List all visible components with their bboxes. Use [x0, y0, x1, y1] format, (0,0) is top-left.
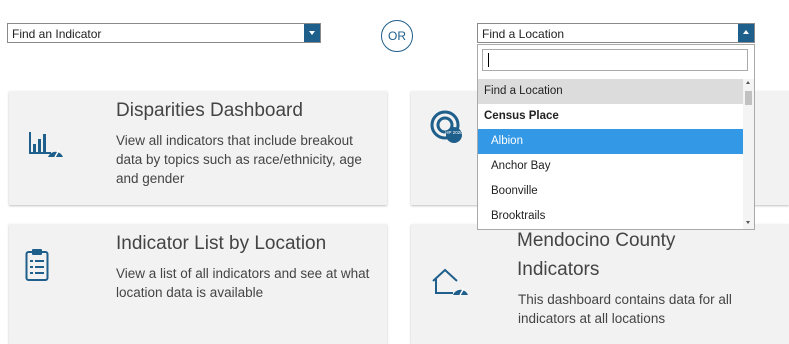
indicator-select-value: Find an Indicator — [12, 27, 102, 41]
location-search-input[interactable] — [483, 50, 747, 70]
option-boonville[interactable]: Boonville — [478, 179, 743, 204]
bar-chart-gauge-icon — [29, 132, 63, 158]
chevron-down-icon[interactable] — [304, 24, 320, 42]
healthy-people-2020-icon: HP 2020 — [430, 110, 463, 143]
location-select-value: Find a Location — [482, 27, 565, 41]
location-select[interactable]: Find a Location — [477, 23, 755, 43]
card-title: Indicator List by Location — [116, 233, 327, 254]
card-title: Disparities Dashboard — [116, 100, 303, 121]
card-description: View a list of all indicators and see at… — [116, 266, 370, 300]
indicator-select[interactable]: Find an Indicator — [7, 23, 321, 43]
card-description: View all indicators that include breakou… — [116, 133, 362, 186]
card-title-line1: Mendocino County — [517, 230, 676, 251]
chevron-up-icon[interactable] — [738, 24, 754, 42]
location-dropdown: Find a Location Census Place Albion Anch… — [477, 44, 755, 230]
option-brooktrails[interactable]: Brooktrails — [478, 204, 743, 229]
card-county-indicators[interactable]: Mendocino County Indicators This dashboa… — [411, 224, 789, 344]
or-divider: OR — [381, 20, 413, 52]
scrollbar-thumb[interactable] — [745, 91, 752, 105]
dropdown-scrollbar[interactable] — [743, 79, 754, 229]
option-anchor-bay[interactable]: Anchor Bay — [478, 154, 743, 179]
card-description: This dashboard contains data for all ind… — [518, 292, 732, 326]
clipboard-list-icon — [25, 249, 49, 281]
hp-badge-text: HP 2020 — [445, 130, 463, 135]
location-options-list: Find a Location Census Place Albion Anch… — [478, 79, 743, 229]
location-search-field[interactable] — [482, 49, 748, 71]
house-gauge-icon — [432, 268, 468, 296]
option-albion[interactable]: Albion — [478, 129, 743, 154]
card-title-line2: Indicators — [517, 259, 600, 280]
option-group-census-place: Census Place — [484, 110, 559, 122]
option-placeholder[interactable]: Find a Location — [478, 79, 743, 104]
card-indicator-list[interactable]: Indicator List by Location View a list o… — [9, 224, 387, 344]
card-disparities-dashboard[interactable]: Disparities Dashboard View all indicator… — [9, 91, 387, 205]
